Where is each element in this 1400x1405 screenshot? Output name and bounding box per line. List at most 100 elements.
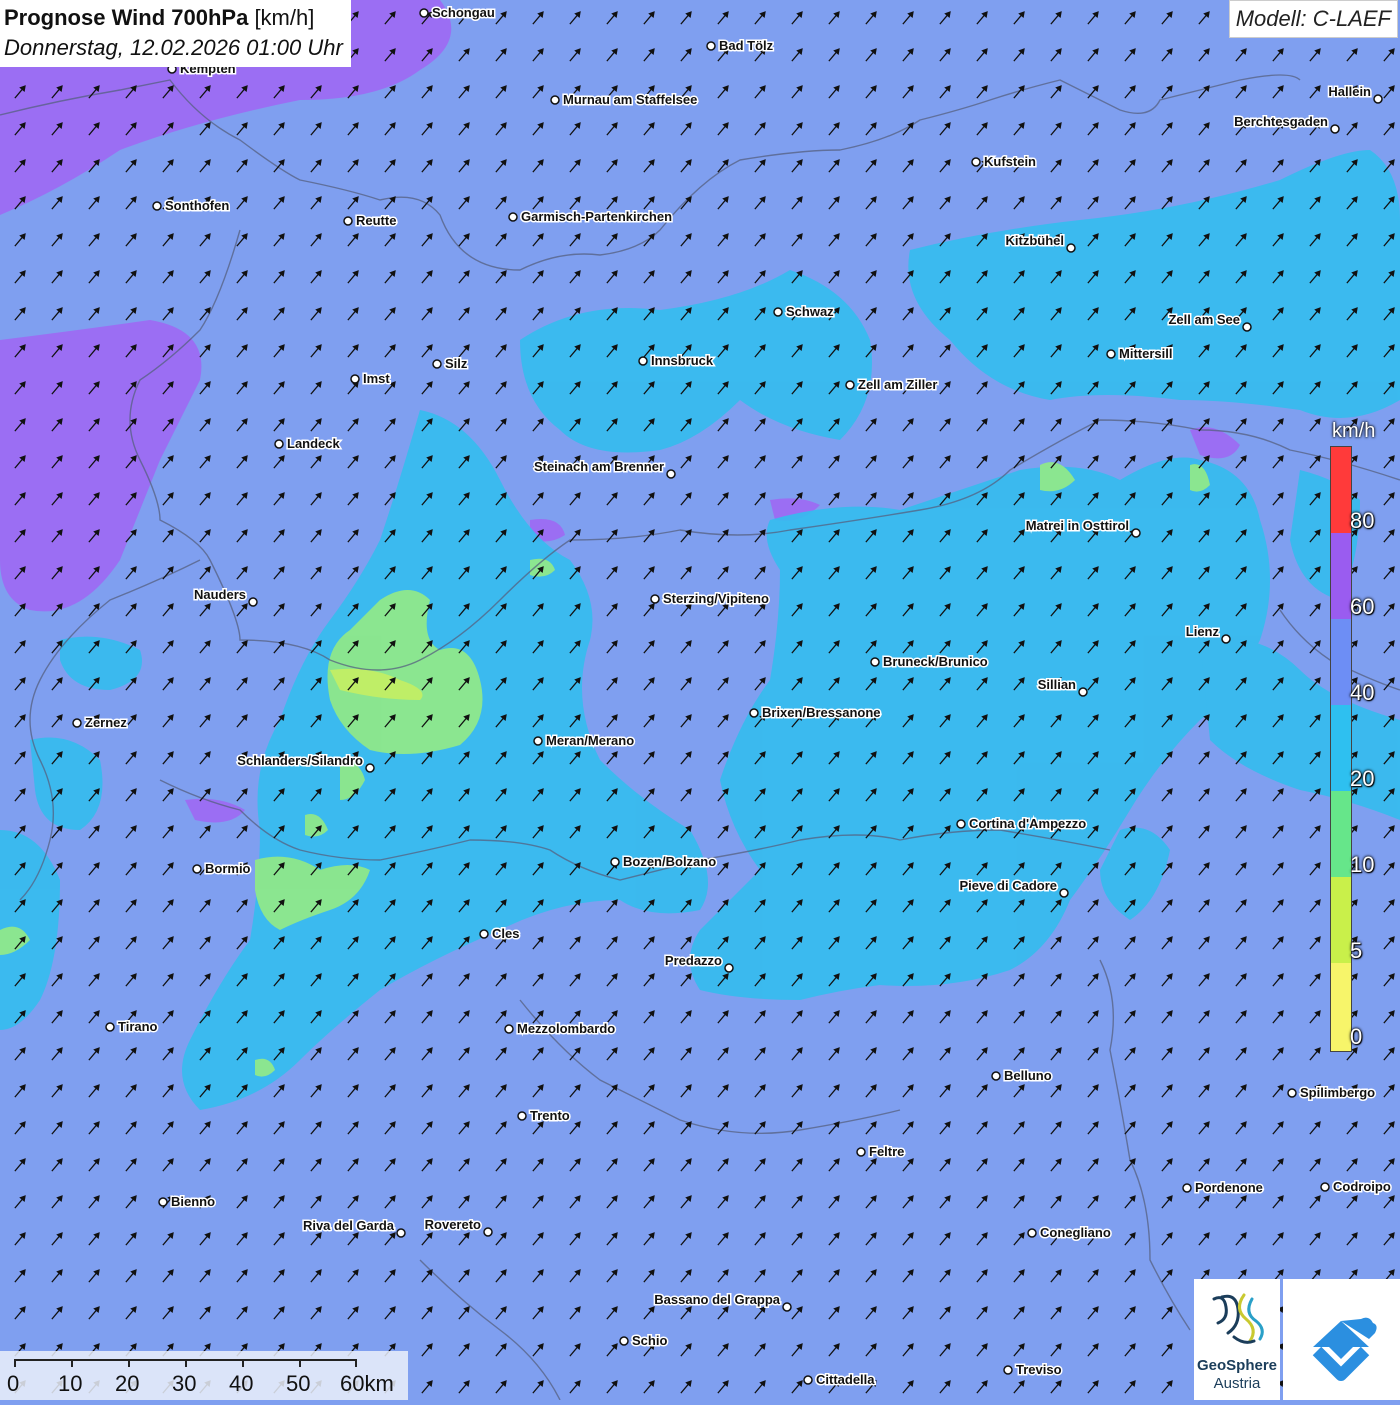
place-marker: Zell am Ziller [845,376,939,394]
city-dot-icon [666,469,676,479]
place-marker: Brixen/Bressanone [749,704,882,722]
place-label: Sonthofen [165,198,229,213]
place-label: Bad Tölz [719,38,774,53]
city-dot-icon [650,594,660,604]
place-label: Imst [363,371,390,386]
legend-label-40: 40 [1350,680,1375,705]
place-marker: Garmisch-Partenkirchen [508,208,674,226]
place-marker: Meran/Merano [533,732,636,750]
city-dot-icon [274,439,284,449]
city-dot-icon [350,374,360,384]
place-label: Schongau [432,5,495,20]
scale-tick [128,1359,130,1367]
weather-app-logo[interactable] [1283,1279,1400,1400]
city-dot-icon [1287,1088,1297,1098]
place-marker: Cortina d'Ampezzo [956,815,1088,833]
city-dot-icon [782,1302,792,1312]
place-label: Spilimbergo [1300,1085,1375,1100]
place-marker: Sterzing/Vipiteno [650,590,770,608]
place-label: Zell am Ziller [858,377,937,392]
place-marker: Conegliano [1027,1224,1112,1242]
city-dot-icon [610,857,620,867]
place-label: Kitzbühel [1006,233,1065,248]
city-dot-icon [105,1022,115,1032]
city-dot-icon [248,597,258,607]
city-dot-icon [773,307,783,317]
place-marker: Sonthofen [152,197,231,215]
place-label: Cortina d'Ampezzo [969,816,1086,831]
city-dot-icon [749,708,759,718]
place-label: Tirano [118,1019,158,1034]
place-marker: Murnau am Staffelsee [550,91,699,109]
city-dot-icon [971,157,981,167]
place-label: Bassano del Grappa [654,1292,780,1307]
forecast-datetime: Donnerstag, 12.02.2026 01:00 Uhr [4,35,343,60]
place-label: Treviso [1016,1362,1062,1377]
city-dot-icon [1027,1228,1037,1238]
scale-label: 10 [58,1371,83,1396]
city-dot-icon [152,201,162,211]
place-label: Meran/Merano [546,733,634,748]
title-box: Prognose Wind 700hPa [km/h] Donnerstag, … [0,0,351,67]
city-dot-icon [432,359,442,369]
legend-seg-80 [1331,447,1351,533]
city-dot-icon [1106,349,1116,359]
city-dot-icon [365,763,375,773]
place-marker: Bruneck/Brunico [870,653,989,671]
scale-label: 60km [340,1371,394,1396]
place-label: Feltre [869,1144,904,1159]
place-label: Nauders [194,587,246,602]
place-label: Riva del Garda [303,1218,395,1233]
place-label: Bozen/Bolzano [623,854,716,869]
city-dot-icon [1182,1183,1192,1193]
legend-label-80: 80 [1350,508,1375,533]
geosphere-name: GeoSphere [1196,1357,1278,1374]
place-label: Predazzo [665,953,722,968]
place-label: Garmisch-Partenkirchen [521,209,672,224]
place-label: Kufstein [984,154,1036,169]
city-dot-icon [724,963,734,973]
place-label: Murnau am Staffelsee [563,92,697,107]
legend-label-60: 60 [1350,594,1375,619]
scale-label: 0 [7,1371,20,1396]
geosphere-logo[interactable]: GeoSphere Austria [1194,1279,1280,1400]
place-label: Sterzing/Vipiteno [663,591,769,606]
city-dot-icon [483,1227,493,1237]
place-label: Berchtesgaden [1234,114,1328,129]
legend-seg-40 [1331,619,1351,705]
place-label: Trento [530,1108,570,1123]
city-dot-icon [343,216,353,226]
place-label: Zernez [85,715,127,730]
place-label: Sillian [1038,677,1076,692]
place-label: Rovereto [425,1217,481,1232]
city-dot-icon [550,95,560,105]
place-label: Lienz [1186,624,1220,639]
geosphere-emblem-icon [1212,1293,1264,1344]
scale-bar: 0 10 20 30 40 50 60km [0,1351,408,1400]
city-dot-icon [1221,634,1231,644]
place-label: Reutte [356,213,396,228]
city-dot-icon [1242,322,1252,332]
city-dot-icon [396,1228,406,1238]
place-marker: Schongau [419,4,496,22]
scale-tick [71,1359,73,1367]
scale-tick [299,1359,301,1367]
place-label: Innsbruck [651,353,714,368]
place-label: Cles [492,926,519,941]
place-marker: Bozen/Bolzano [610,853,718,871]
place-label: Matrei in Osttirol [1026,518,1129,533]
place-label: Pordenone [1195,1180,1263,1195]
wind-forecast-map: SchongauBad TölzKemptenMurnau am Staffel… [0,0,1400,1400]
scale-label: 30 [172,1371,197,1396]
legend-seg-20 [1331,705,1351,791]
city-dot-icon [508,212,518,222]
map-unit: [km/h] [254,5,315,30]
map-title: Prognose Wind 700hPa [4,5,249,30]
place-label: Landeck [287,436,341,451]
city-dot-icon [870,657,880,667]
city-dot-icon [1373,94,1383,104]
city-dot-icon [479,929,489,939]
place-label: Zell am See [1168,312,1240,327]
place-label: Brixen/Bressanone [762,705,881,720]
city-dot-icon [533,736,543,746]
